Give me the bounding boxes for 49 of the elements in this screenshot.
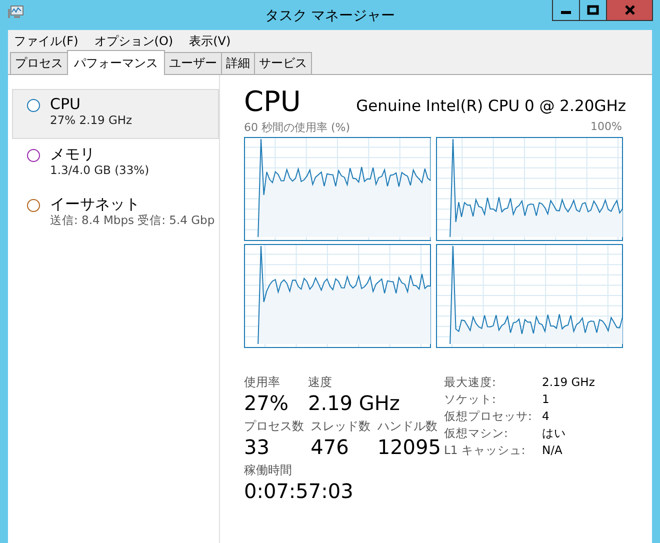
stat-value: 476 [310,435,350,459]
sidebar-item-detail: 27% 2.19 GHz [50,113,132,127]
minimize-button[interactable] [552,0,580,21]
menu-item[interactable]: 表示(V) [189,32,231,50]
window-title: タスク マネージャー [264,7,396,25]
maximize-icon [587,5,599,15]
detail-value: 1 [542,392,550,407]
stat-value: 33 [244,435,270,459]
sidebar-item-name: メモリ [50,146,96,163]
graph-label: 60 秒間の使用率 (%) [244,120,350,135]
stat-label: スレッド数 [310,418,372,435]
cpu-model: Genuine Intel(R) CPU 0 @ 2.20GHz [356,97,626,115]
close-icon [624,5,636,15]
stat-value: 0:07:57:03 [244,479,354,503]
stat-label: 稼働時間 [244,462,293,479]
detail-label: 仮想プロセッサ: [444,409,533,424]
detail-label: 仮想マシン: [444,426,509,441]
tab[interactable]: パフォーマンス [67,50,165,75]
sidebar-item[interactable]: CPU 27% 2.19 GHz [12,89,219,139]
sidebar-item-detail: 1.3/4.0 GB (33%) [50,163,150,177]
stat-label: ハンドル数 [377,418,438,435]
detail-value: N/A [542,443,564,458]
stat-label: プロセス数 [244,418,305,435]
tab[interactable]: 詳細 [221,52,255,74]
detail-value: 4 [542,409,550,424]
panel-title: CPU [244,85,301,118]
detail-label: ソケット: [444,392,497,407]
stat-label: 使用率 [244,374,281,391]
sidebar-item[interactable]: イーサネット 送信: 8.4 Mbps 受信: 5.4 Gbp [12,189,219,239]
menu-item[interactable]: ファイル(F) [14,32,78,50]
tab[interactable]: ユーザー [164,52,222,74]
stat-value: 27% [244,391,290,415]
stat-value: 12095 [377,435,442,459]
graph-max-label: 100% [590,120,622,135]
stat-value: 2.19 GHz [308,391,400,415]
detail-label: L1 キャッシュ: [444,443,526,458]
sidebar-item-name: CPU [50,96,82,113]
stat-label: 速度 [308,374,333,391]
sidebar-item-detail: 送信: 8.4 Mbps 受信: 5.4 Gbp [50,213,215,228]
detail-label: 最大速度: [444,375,497,390]
tab[interactable]: プロセス [10,52,68,74]
close-button[interactable] [606,0,653,21]
tab[interactable]: サービス [254,52,312,74]
detail-value: 2.19 GHz [542,375,595,390]
menu-item[interactable]: オプション(O) [94,32,174,50]
monitor-icon [8,5,24,19]
sidebar-item[interactable]: メモリ 1.3/4.0 GB (33%) [12,139,219,189]
sidebar-item-name: イーサネット [50,196,141,213]
detail-value: はい [542,426,567,441]
